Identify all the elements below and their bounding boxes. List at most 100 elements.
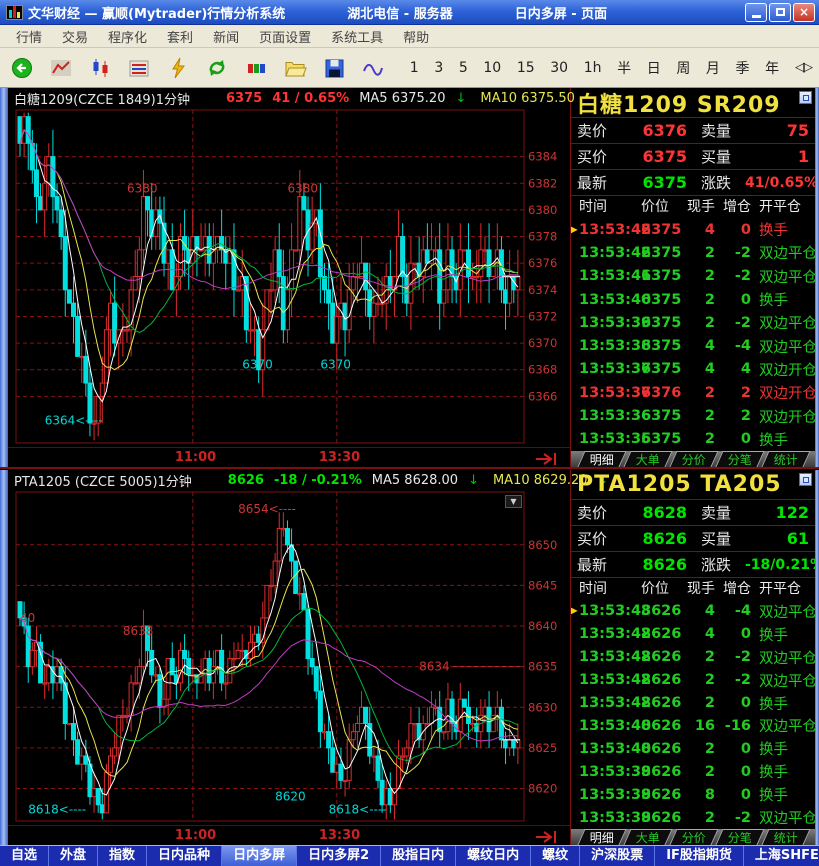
maximize-button[interactable]	[769, 3, 791, 22]
menu-item-交易[interactable]: 交易	[52, 25, 98, 48]
refresh-icon[interactable]	[203, 55, 231, 81]
page-tab-沪深股票[interactable]: 沪深股票	[580, 846, 655, 866]
chart-change: 41 / 0.65%	[272, 91, 349, 106]
period-button-周[interactable]: 周	[671, 56, 695, 80]
quote-row-1: 买价8626买量61	[571, 526, 815, 552]
lightning-icon[interactable]	[164, 55, 192, 81]
tick-row: 13:53:3863754-4双边平仓	[579, 334, 811, 357]
tick-time: 13:53:36	[579, 408, 641, 424]
tick-price: 8626	[641, 626, 687, 642]
period-button-3[interactable]: 3	[429, 58, 448, 78]
page-tab-自选[interactable]: 自选	[0, 846, 49, 866]
svg-text:6372: 6372	[528, 309, 557, 323]
tick-position-change: -2	[715, 672, 751, 688]
detail-tab-统计[interactable]: 统计	[762, 829, 811, 845]
quote-value: 8626	[623, 555, 687, 574]
tick-time: 13:53:39	[579, 315, 641, 331]
page-tab-IF股指期货[interactable]: IF股指期货	[655, 846, 744, 866]
period-button-5[interactable]: 5	[454, 58, 473, 78]
detail-tab-分笔[interactable]: 分笔	[715, 451, 764, 467]
menu-item-系统工具[interactable]: 系统工具	[321, 25, 393, 48]
folder-icon[interactable]	[281, 55, 309, 81]
page-tab-螺纹日内[interactable]: 螺纹日内	[456, 846, 531, 866]
tick-position-change: 0	[715, 626, 751, 642]
menu-item-行情[interactable]: 行情	[6, 25, 52, 48]
period-button-30[interactable]: 30	[545, 58, 573, 78]
chart-instrument: 白糖1209(CZCE 1849)1分钟	[14, 89, 190, 108]
current-tick-marker-icon: ▶	[571, 606, 578, 617]
chart-dropdown-icon[interactable]: ▼	[505, 495, 522, 508]
detail-tab-strip: 明细大单分价分笔统计	[571, 451, 815, 467]
tick-type: 换手	[751, 219, 811, 240]
tick-row: 13:53:39862680换手	[579, 783, 811, 806]
tick-volume: 2	[687, 741, 715, 757]
detail-tab-分笔[interactable]: 分笔	[715, 829, 764, 845]
detail-tab-明细[interactable]: 明细	[577, 451, 626, 467]
period-button-15[interactable]: 15	[512, 58, 540, 78]
quote-value: 1	[745, 147, 809, 166]
tick-time: 13:53:39	[579, 810, 641, 826]
page-tab-上海SHFE[interactable]: 上海SHFE	[744, 846, 819, 866]
tick-volume: 2	[687, 245, 715, 261]
period-button-1[interactable]: 1	[405, 58, 424, 78]
tick-price: 8626	[641, 764, 687, 780]
detail-tab-分价[interactable]: 分价	[669, 829, 718, 845]
back-icon[interactable]	[8, 55, 36, 81]
restore-icon[interactable]	[799, 473, 812, 486]
menu-item-帮助[interactable]: 帮助	[393, 25, 439, 48]
period-button-半[interactable]: 半	[612, 56, 636, 80]
color-bars-icon[interactable]	[242, 55, 270, 81]
detail-tab-大单[interactable]: 大单	[623, 451, 672, 467]
price-annotation: 8638	[123, 624, 154, 638]
close-button[interactable]: ×	[793, 3, 815, 22]
detail-tab-统计[interactable]: 统计	[762, 451, 811, 467]
tick-table-header: 时间价位现手增仓开平仓	[571, 196, 815, 216]
tick-price: 8626	[641, 787, 687, 803]
period-button-年[interactable]: 年	[760, 56, 784, 80]
tick-row: 13:53:40862620换手	[579, 737, 811, 760]
tick-position-change: -2	[715, 268, 751, 284]
page-tab-股指日内[interactable]: 股指日内	[381, 846, 456, 866]
period-button-10[interactable]: 10	[478, 58, 506, 78]
tick-row: 13:53:37637622双边开仓	[579, 381, 811, 404]
quote-label: 买量	[687, 528, 745, 549]
tick-type: 双边平仓	[751, 715, 815, 736]
detail-tab-大单[interactable]: 大单	[623, 829, 672, 845]
period-button-季[interactable]: 季	[731, 56, 755, 80]
wave-icon[interactable]	[359, 55, 387, 81]
tick-row: 13:53:42862620换手	[579, 692, 811, 715]
detail-tab-明细[interactable]: 明细	[577, 829, 626, 845]
trend-line-icon[interactable]	[47, 55, 75, 81]
menu-item-新闻[interactable]: 新闻	[203, 25, 249, 48]
svg-text:8620: 8620	[528, 782, 557, 796]
quote-label: 涨跌	[687, 172, 745, 193]
page-tab-指数[interactable]: 指数	[98, 846, 147, 866]
minimize-button[interactable]	[745, 3, 767, 22]
menu-item-页面设置[interactable]: 页面设置	[249, 25, 321, 48]
period-button-月[interactable]: 月	[701, 56, 725, 80]
save-icon[interactable]	[320, 55, 348, 81]
candlestick-chart-1[interactable]: 86208625863086358640864586504086388654<-…	[8, 490, 566, 825]
tick-position-change: -2	[715, 315, 751, 331]
page-flip-icon[interactable]: ◁▷	[795, 60, 811, 75]
period-button-1h[interactable]: 1h	[579, 58, 607, 78]
candlestick-chart-0[interactable]: 6366636863706372637463766378638063826384…	[8, 108, 566, 447]
tick-volume: 4	[687, 222, 715, 238]
kline-icon[interactable]	[86, 55, 114, 81]
tick-col-header: 开平仓	[751, 196, 811, 216]
chart-pane-1: PTA1205 (CZCE 5005)1分钟8626-18 / -0.21%MA…	[8, 470, 570, 845]
quote-table-icon[interactable]	[125, 55, 153, 81]
page-tab-日内多屏[interactable]: 日内多屏	[222, 846, 297, 866]
tick-type: 双边平仓	[751, 807, 815, 828]
page-tab-螺纹[interactable]: 螺纹	[531, 846, 580, 866]
period-button-日[interactable]: 日	[642, 56, 666, 80]
restore-icon[interactable]	[799, 91, 812, 104]
page-tab-日内品种[interactable]: 日内品种	[147, 846, 222, 866]
page-tab-外盘[interactable]: 外盘	[49, 846, 98, 866]
detail-tab-分价[interactable]: 分价	[669, 451, 718, 467]
next-page-icon[interactable]	[534, 451, 562, 470]
page-tab-日内多屏2[interactable]: 日内多屏2	[297, 846, 381, 866]
menu-item-套利[interactable]: 套利	[157, 25, 203, 48]
next-page-icon[interactable]	[534, 829, 562, 848]
menu-item-程序化[interactable]: 程序化	[98, 25, 157, 48]
